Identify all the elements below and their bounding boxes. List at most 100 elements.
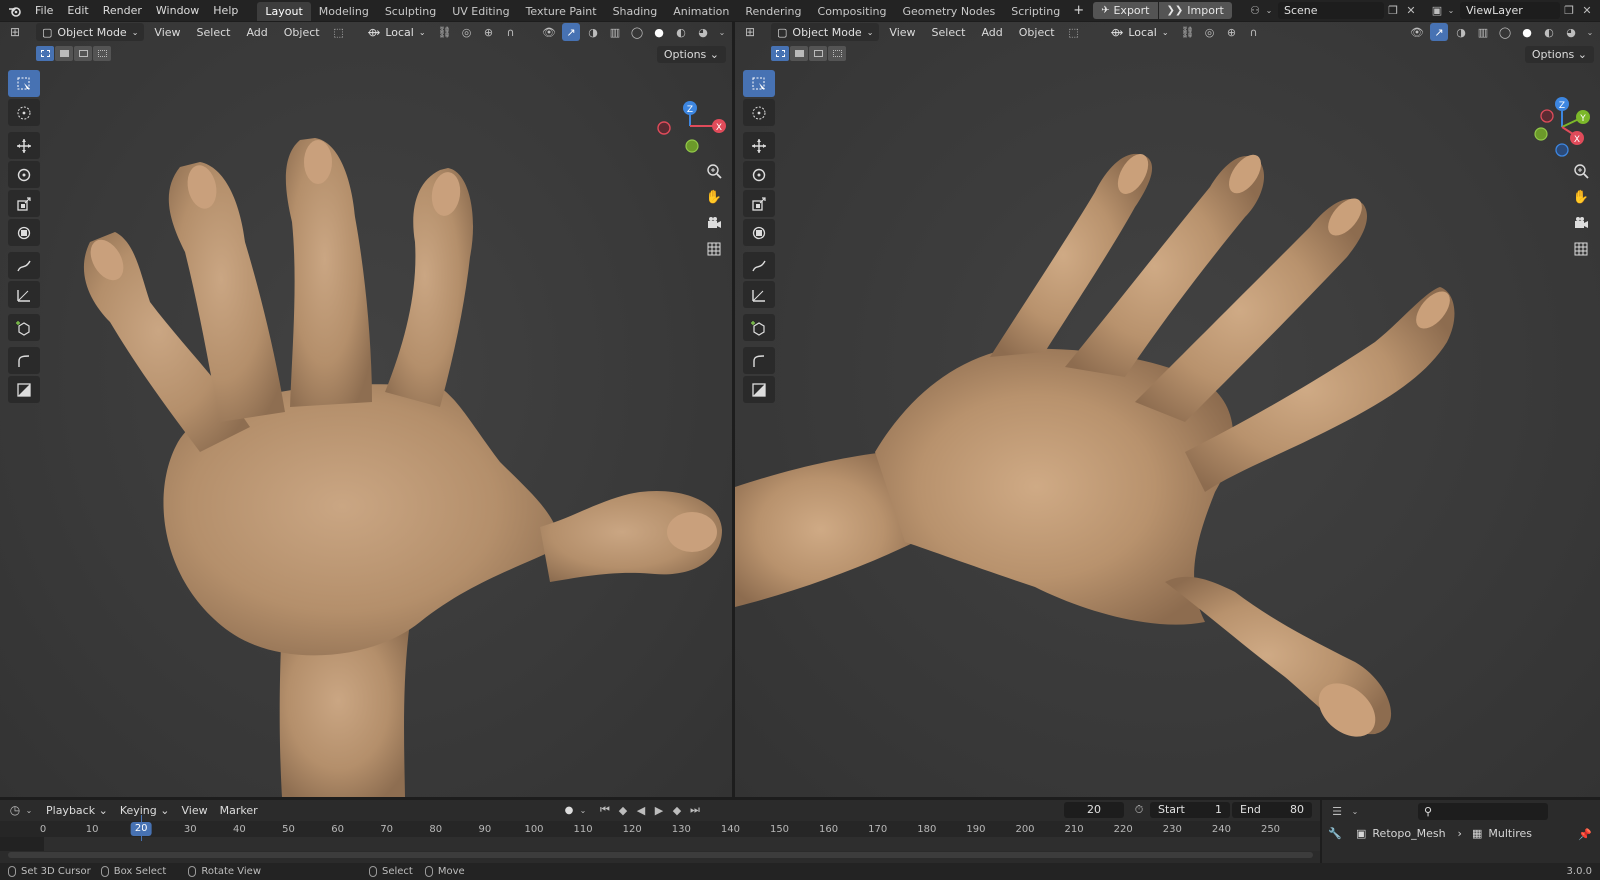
shading-wireframe-icon[interactable]: ◯ [628,23,646,41]
tab-geometry-nodes[interactable]: Geometry Nodes [894,2,1003,21]
options-dropdown[interactable]: Options ⌄ [656,46,726,63]
frame-ruler[interactable]: 0102030405060708090100110120130140150160… [0,821,1320,837]
gizmo-toggle-icon[interactable]: ↗ [562,23,580,41]
mode-selector[interactable]: ▢ Object Mode ⌄ [771,23,880,41]
playhead[interactable] [141,815,143,841]
image-tool-icon[interactable] [743,376,775,403]
shear-tool-icon[interactable] [743,347,775,374]
menu-file[interactable]: File [28,0,60,21]
object-name-label[interactable]: Retopo_Mesh [1372,827,1445,840]
pan-hand-icon[interactable]: ✋ [1569,186,1593,208]
tab-modeling[interactable]: Modeling [311,2,377,21]
zoom-icon[interactable] [1569,160,1593,182]
timeline-track[interactable] [0,837,1320,851]
clock-editor-icon[interactable]: ◷ [6,801,24,819]
select-new-icon[interactable] [36,46,54,61]
shading-solid-icon[interactable]: ● [650,23,668,41]
annotate-tool-icon[interactable] [8,252,40,279]
navigation-gizmo-left[interactable]: Z X [650,98,730,158]
stopwatch-icon[interactable]: ⏱ [1130,801,1148,819]
menu-add[interactable]: Add [975,26,1008,39]
transform-tool-icon[interactable] [743,219,775,246]
overlay-icon[interactable]: ◑ [584,23,602,41]
dropdown-chevron-icon[interactable]: ⌄ [1446,2,1456,20]
cursor-tool-icon[interactable] [8,99,40,126]
select-box-tool-icon[interactable] [743,70,775,97]
options-dropdown[interactable]: Options ⌄ [1524,46,1594,63]
scene-name-field[interactable]: Scene [1278,2,1384,19]
proportional-edit-icon[interactable]: ◎ [458,23,476,41]
snap-magnet-icon[interactable]: ⊕ [480,23,498,41]
mode-selector[interactable]: ▢ Object Mode ⌄ [36,23,145,41]
view-layer-icon[interactable]: ▣ [1428,2,1446,20]
orientation-selector[interactable]: ⟴ Local ⌄ [1105,23,1175,41]
xray-icon[interactable]: ▥ [606,23,624,41]
prev-keyframe-icon[interactable]: ◆ [614,801,632,819]
camera-icon[interactable] [702,212,726,234]
chevron-down-icon[interactable]: ⌄ [24,801,34,819]
snap-link-icon[interactable]: ⛓ [1179,23,1197,41]
image-tool-icon[interactable] [8,376,40,403]
overlay-icon[interactable]: ◑ [1452,23,1470,41]
grid-ortho-icon[interactable] [702,238,726,260]
playback-menu[interactable]: Playback ⌄ [40,804,114,817]
zoom-icon[interactable] [702,160,726,182]
modifier-name-label[interactable]: Multires [1488,827,1532,840]
marker-menu[interactable]: Marker [214,804,264,817]
select-subtract-icon[interactable] [809,46,827,61]
blender-logo-icon[interactable] [6,2,24,20]
camera-icon[interactable] [1569,212,1593,234]
cursor-tool-icon[interactable] [743,99,775,126]
jump-start-icon[interactable]: ⏮ [596,801,614,819]
editor-type-icon[interactable]: ⊞ [6,23,24,41]
menu-select[interactable]: Select [191,26,237,39]
rotate-tool-icon[interactable] [743,161,775,188]
menu-edit[interactable]: Edit [60,0,95,21]
menu-add[interactable]: Add [240,26,273,39]
tab-rendering[interactable]: Rendering [737,2,809,21]
shading-solid-icon[interactable]: ● [1518,23,1536,41]
add-workspace-icon[interactable]: + [1068,0,1089,21]
select-box-tool-icon[interactable] [8,70,40,97]
scale-tool-icon[interactable] [8,190,40,217]
shading-material-icon[interactable]: ◐ [1540,23,1558,41]
start-frame-field[interactable]: Start 1 [1150,802,1230,818]
select-invert-icon[interactable] [93,46,111,61]
chevron-down-icon[interactable]: ⌄ [578,801,588,819]
shading-rendered-icon[interactable]: ◕ [1562,23,1580,41]
transform-pivot-icon[interactable]: ⬚ [330,23,348,41]
move-tool-icon[interactable] [8,132,40,159]
record-icon[interactable]: ● [560,801,578,819]
select-subtract-icon[interactable] [74,46,92,61]
duplicate-view-layer-icon[interactable]: ❐ [1560,2,1578,20]
outliner-editor-icon[interactable]: ☰ [1328,802,1346,820]
shading-dropdown-icon[interactable]: ⌄ [716,23,728,41]
play-icon[interactable]: ▶ [650,801,668,819]
gizmo-toggle-icon[interactable]: ↗ [1430,23,1448,41]
tab-animation[interactable]: Animation [665,2,737,21]
transform-tool-icon[interactable] [8,219,40,246]
delete-scene-icon[interactable]: ✕ [1402,2,1420,20]
tab-shading[interactable]: Shading [605,2,666,21]
shading-rendered-icon[interactable]: ◕ [694,23,712,41]
viewport-left[interactable]: ⊞ ▢ Object Mode ⌄ View Select Add Object… [0,22,732,797]
transform-pivot-icon[interactable]: ⬚ [1065,23,1083,41]
add-cube-tool-icon[interactable] [743,314,775,341]
snap-link-icon[interactable]: ⛓ [436,23,454,41]
play-reverse-icon[interactable]: ◀ [632,801,650,819]
proportional-edit-icon[interactable]: ◎ [1201,23,1219,41]
visibility-icon[interactable]: 👁 [540,23,558,41]
next-keyframe-icon[interactable]: ◆ [668,801,686,819]
scene-icon[interactable]: ⚇ [1246,2,1264,20]
view-menu[interactable]: View [175,804,213,817]
falloff-icon[interactable]: ∩ [1245,23,1263,41]
chevron-down-icon[interactable]: ⌄ [1350,802,1360,820]
snap-magnet-icon[interactable]: ⊕ [1223,23,1241,41]
shading-material-icon[interactable]: ◐ [672,23,690,41]
export-button[interactable]: ✈ Export [1093,2,1158,19]
menu-object[interactable]: Object [1013,26,1061,39]
duplicate-scene-icon[interactable]: ❐ [1384,2,1402,20]
shading-wireframe-icon[interactable]: ◯ [1496,23,1514,41]
select-invert-icon[interactable] [828,46,846,61]
tab-layout[interactable]: Layout [257,1,311,21]
